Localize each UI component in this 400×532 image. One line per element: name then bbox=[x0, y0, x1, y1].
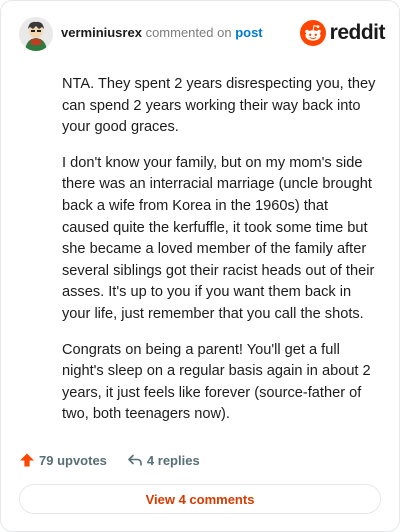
view-comments-button[interactable]: View 4 comments bbox=[19, 484, 381, 514]
comment-header: verminiusrex commented on post reddit bbox=[19, 15, 386, 51]
reddit-wordmark: reddit bbox=[329, 21, 386, 44]
comment-actions: 79 upvotes 4 replies bbox=[19, 449, 200, 471]
user-avatar[interactable] bbox=[19, 17, 53, 51]
username-link[interactable]: verminiusrex bbox=[61, 25, 142, 40]
comment-card: verminiusrex commented on post reddit NT… bbox=[0, 0, 400, 532]
replies-count: 4 replies bbox=[146, 452, 200, 468]
reddit-snoo-icon bbox=[299, 20, 326, 46]
upvote-arrow-icon bbox=[20, 453, 34, 467]
comment-paragraph: NTA. They spent 2 years disrespecting yo… bbox=[62, 76, 376, 136]
reddit-logo[interactable]: reddit bbox=[299, 19, 386, 47]
reply-arrow-icon bbox=[128, 454, 142, 466]
replies-button[interactable]: 4 replies bbox=[127, 452, 200, 468]
comment-paragraph: Congrats on being a parent! You'll get a… bbox=[62, 341, 371, 423]
comment-body: NTA. They spent 2 years disrespecting yo… bbox=[62, 74, 378, 440]
upvote-count: 79 upvotes bbox=[39, 452, 107, 468]
byline-verb: commented on bbox=[145, 25, 232, 40]
comment-byline: verminiusrex commented on post bbox=[61, 25, 263, 40]
view-comments-label: View 4 comments bbox=[145, 491, 255, 507]
upvote-button[interactable]: 79 upvotes bbox=[19, 452, 107, 468]
post-link[interactable]: post bbox=[235, 25, 262, 40]
comment-paragraph: I don't know your family, but on my mom'… bbox=[62, 154, 375, 322]
